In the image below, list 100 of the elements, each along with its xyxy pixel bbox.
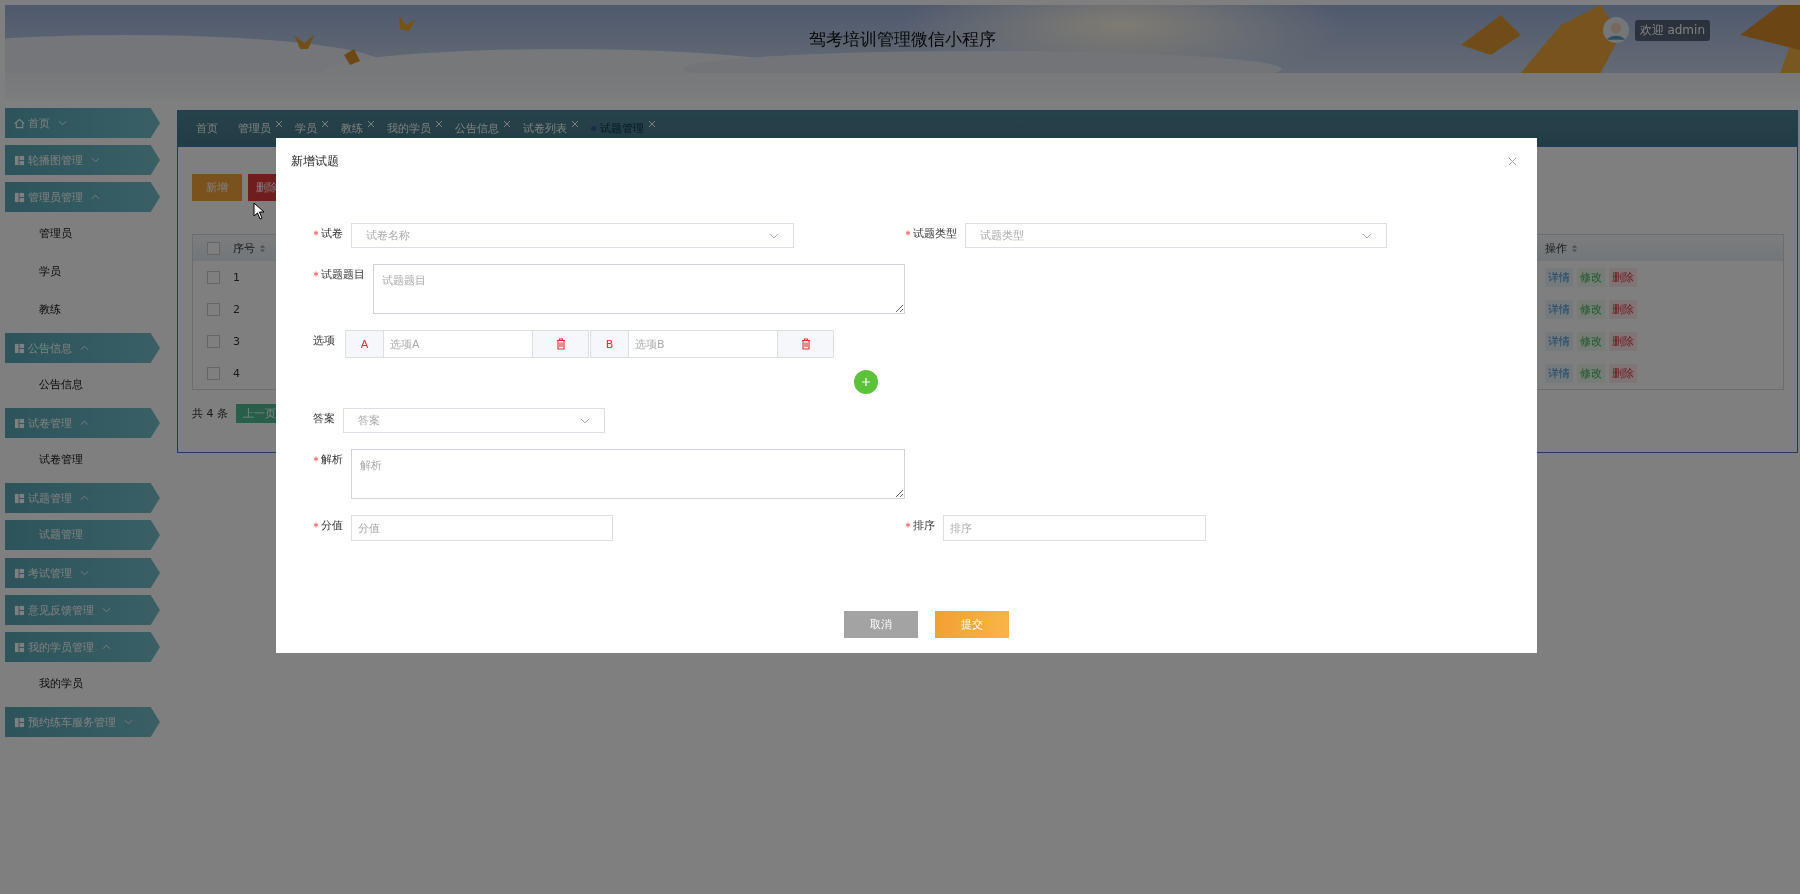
tab[interactable]: 首页 xyxy=(196,120,226,136)
submenu-item[interactable]: 学员 xyxy=(5,257,160,287)
app-title: 驾考培训管理微信小程序 xyxy=(809,27,996,51)
action-button[interactable]: 修改 xyxy=(1577,331,1605,351)
action-button[interactable]: 删除 xyxy=(1609,299,1637,319)
chevron-up-icon xyxy=(91,194,100,200)
add-option-button[interactable] xyxy=(854,370,878,394)
action-button[interactable]: 修改 xyxy=(1577,299,1605,319)
submenu-item[interactable]: 教练 xyxy=(5,295,160,325)
submenu-item[interactable]: 试卷管理 xyxy=(5,445,160,475)
action-button[interactable]: 删除 xyxy=(1609,363,1637,383)
home-icon xyxy=(14,117,25,129)
tab[interactable]: 教练 xyxy=(341,120,363,136)
field-label: 试卷 xyxy=(321,225,343,241)
grid-icon xyxy=(14,604,25,616)
submenu-item[interactable]: 试题管理 xyxy=(5,520,160,550)
action-button[interactable]: 修改 xyxy=(1577,363,1605,383)
submit-button[interactable]: 提交 xyxy=(935,611,1009,638)
action-button[interactable]: 详情 xyxy=(1545,267,1573,287)
submenu-item[interactable]: 管理员 xyxy=(5,219,160,249)
checkbox[interactable] xyxy=(206,241,220,255)
cancel-button[interactable]: 取消 xyxy=(844,611,918,638)
avatar-icon[interactable] xyxy=(1602,17,1629,43)
menu-item[interactable]: 我的学员管理 xyxy=(5,632,160,662)
action-button[interactable]: 删除 xyxy=(1609,331,1637,351)
menu-item[interactable]: 意见反馈管理 xyxy=(5,595,160,625)
input-field[interactable]: 排序 xyxy=(943,515,1206,541)
column-header[interactable]: 操作 xyxy=(1545,240,1783,256)
input-field[interactable]: 选项A xyxy=(384,331,533,357)
chevron-down-icon xyxy=(102,607,111,613)
cursor-icon xyxy=(253,202,265,220)
grid-icon xyxy=(14,492,25,504)
tab[interactable]: 试卷列表 xyxy=(523,120,567,136)
submenu-item[interactable]: 公告信息 xyxy=(5,370,160,400)
add-button[interactable]: 新增 xyxy=(192,174,242,201)
dialog-title: 新增试题 xyxy=(291,152,339,170)
action-button[interactable]: 详情 xyxy=(1545,299,1573,319)
chevron-down-icon xyxy=(91,157,100,163)
trash-icon xyxy=(555,338,566,350)
grid-icon xyxy=(14,641,25,653)
plus-icon xyxy=(861,377,871,387)
grid-icon xyxy=(14,191,25,203)
tab[interactable]: 公告信息 xyxy=(455,120,499,136)
select-field[interactable]: 试题类型 xyxy=(965,223,1387,248)
column-header[interactable]: 序号 xyxy=(233,240,293,256)
select-field[interactable]: 试卷名称 xyxy=(351,223,794,248)
select-field[interactable]: 答案 xyxy=(343,408,605,433)
action-button[interactable]: 详情 xyxy=(1545,363,1573,383)
action-button[interactable]: 删除 xyxy=(1609,267,1637,287)
menu-item[interactable]: 管理员管理 xyxy=(5,182,160,212)
grid-icon xyxy=(14,567,25,579)
tab[interactable]: 我的学员 xyxy=(387,120,431,136)
chevron-up-icon xyxy=(80,345,89,351)
field-label: 试题题目 xyxy=(321,266,365,282)
action-button[interactable]: 详情 xyxy=(1545,331,1573,351)
text-area[interactable]: 解析 xyxy=(351,449,905,499)
chevron-up-icon xyxy=(80,495,89,501)
input-field[interactable]: 选项B xyxy=(629,331,778,357)
sort-icon[interactable] xyxy=(1571,243,1578,253)
field-label: 试题类型 xyxy=(913,225,957,241)
tab[interactable]: 管理员 xyxy=(238,120,271,136)
grid-icon xyxy=(14,342,25,354)
sort-icon[interactable] xyxy=(259,243,266,253)
table-cell-text: 4 xyxy=(233,366,241,380)
chevron-down-icon xyxy=(58,120,67,126)
input-field[interactable]: 分值 xyxy=(351,515,613,541)
table-cell-text: 2 xyxy=(233,302,241,316)
chevron-down-icon xyxy=(580,417,590,424)
table-cell-text: 3 xyxy=(233,334,241,348)
checkbox[interactable] xyxy=(206,270,220,284)
field-label: 答案 xyxy=(313,410,335,426)
menu-item[interactable]: 考试管理 xyxy=(5,558,160,588)
submenu-item[interactable]: 我的学员 xyxy=(5,669,160,699)
grid-icon xyxy=(14,716,25,728)
menu-item[interactable]: 试题管理 xyxy=(5,483,160,513)
grid-icon xyxy=(14,154,25,166)
field-label: 分值 xyxy=(321,517,343,533)
chevron-down-icon xyxy=(124,719,133,725)
grid-icon xyxy=(14,417,25,429)
chevron-up-icon xyxy=(80,420,89,426)
checkbox[interactable] xyxy=(206,334,220,348)
checkbox[interactable] xyxy=(206,302,220,316)
chevron-up-icon xyxy=(102,644,111,650)
checkbox[interactable] xyxy=(206,366,220,380)
chevron-down-icon xyxy=(80,570,89,576)
menu-item[interactable]: 试卷管理 xyxy=(5,408,160,438)
chevron-down-icon xyxy=(1362,232,1372,239)
text-area[interactable]: 试题题目 xyxy=(373,264,905,314)
table-cell-text: 1 xyxy=(233,270,241,284)
trash-icon xyxy=(800,338,811,350)
total-count: 共 4 条 xyxy=(192,406,228,421)
close-icon[interactable] xyxy=(1508,156,1517,166)
action-button[interactable]: 修改 xyxy=(1577,267,1605,287)
field-label: 解析 xyxy=(321,451,343,467)
tab[interactable]: 学员 xyxy=(295,120,317,136)
menu-item[interactable]: 轮播图管理 xyxy=(5,145,160,175)
menu-item[interactable]: 首页 xyxy=(5,108,160,138)
field-label: 排序 xyxy=(913,517,935,533)
chevron-down-icon xyxy=(769,232,779,239)
menu-item[interactable]: 公告信息 xyxy=(5,333,160,363)
